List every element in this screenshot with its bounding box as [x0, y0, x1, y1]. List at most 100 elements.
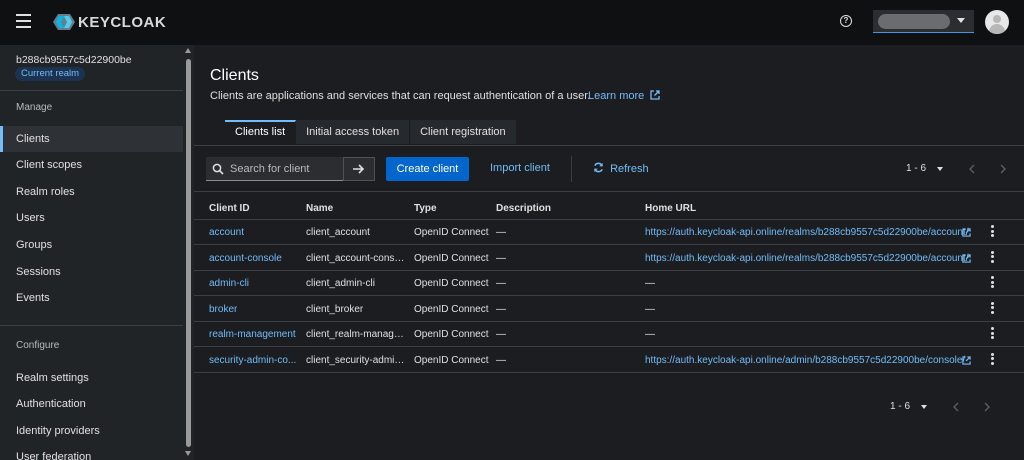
- row-actions-kebab-icon[interactable]: [991, 301, 995, 316]
- client-description: —: [496, 329, 506, 340]
- sidebar-item-groups[interactable]: Groups: [0, 232, 183, 258]
- row-actions-kebab-icon[interactable]: [991, 250, 995, 265]
- scrollbar-thumb[interactable]: [186, 59, 191, 447]
- refresh-button[interactable]: Refresh: [593, 162, 649, 175]
- next-page-icon[interactable]: [999, 164, 1007, 174]
- home-url-link[interactable]: https://auth.keycloak-api.online/admin/b…: [645, 355, 965, 366]
- client-description: —: [496, 252, 506, 264]
- table-row: account client_account OpenID Connect — http…: [194, 220, 1024, 245]
- client-id-link[interactable]: admin-cli: [209, 278, 249, 289]
- row-actions-kebab-icon[interactable]: [991, 276, 995, 290]
- sidebar-scrollbar[interactable]: [184, 45, 194, 460]
- home-url: —: [645, 329, 655, 340]
- column-header-home-url: Home URL: [645, 203, 697, 214]
- client-type: OpenID Connect: [414, 329, 489, 340]
- caret-down-icon: [957, 18, 965, 23]
- brand-name: KEYCLOAK: [78, 13, 167, 31]
- external-link-icon[interactable]: [962, 253, 971, 263]
- import-client-button[interactable]: Import client: [490, 162, 550, 174]
- sidebar-item-users[interactable]: Users: [0, 205, 183, 231]
- sidebar-item-authentication[interactable]: Authentication: [0, 391, 183, 417]
- scroll-down-arrow-icon[interactable]: [185, 451, 191, 456]
- sidebar-item-events[interactable]: Events: [0, 285, 183, 311]
- keycloak-logo[interactable]: KEYCLOAK: [52, 13, 166, 31]
- previous-page-icon[interactable]: [968, 164, 976, 174]
- column-header-client-id[interactable]: Client ID: [209, 203, 250, 214]
- realm-name[interactable]: b288cb9557c5d22900be: [16, 54, 132, 66]
- sidebar: b288cb9557c5d22900be Current realm Manag…: [0, 45, 194, 460]
- sidebar-item-sessions[interactable]: Sessions: [0, 259, 183, 285]
- tab-clients-list[interactable]: Clients list: [225, 120, 297, 144]
- sidebar-item-user-federation[interactable]: User federation: [0, 444, 183, 460]
- client-description: —: [496, 303, 506, 315]
- client-name: client_realm-manage...: [306, 329, 406, 340]
- client-type: OpenID Connect: [414, 354, 489, 366]
- sidebar-item-clients[interactable]: Clients: [0, 126, 183, 152]
- column-header-type: Type: [414, 203, 437, 214]
- learn-more-link[interactable]: Learn more: [588, 90, 660, 102]
- home-url-link[interactable]: https://auth.keycloak-api.online/realms/…: [645, 253, 969, 264]
- client-id-link[interactable]: account-console: [209, 253, 282, 264]
- tab-initial-access-token[interactable]: Initial access token: [296, 120, 411, 144]
- client-type: OpenID Connect: [414, 227, 489, 238]
- page-title: Clients: [210, 67, 259, 84]
- table-row: admin-cli client_admin-cli OpenID Connect —…: [194, 271, 1024, 296]
- client-name: client_admin-cli: [306, 278, 375, 289]
- table-row: security-admin-co... client_security-admi…: [194, 348, 1024, 373]
- client-description: —: [496, 354, 506, 366]
- learn-more-label: Learn more: [588, 90, 645, 102]
- external-link-icon[interactable]: [962, 228, 971, 237]
- row-actions-kebab-icon[interactable]: [991, 352, 995, 367]
- home-url-link[interactable]: https://auth.keycloak-api.online/realms/…: [645, 227, 969, 238]
- row-actions-kebab-icon[interactable]: [991, 225, 995, 239]
- search-submit-button[interactable]: [343, 157, 375, 181]
- pagination-range[interactable]: 1 - 6: [906, 163, 926, 174]
- divider: [0, 90, 183, 91]
- sidebar-item-client-scopes[interactable]: Client scopes: [0, 152, 183, 178]
- user-dropdown[interactable]: [873, 10, 974, 33]
- search-box: [206, 157, 352, 181]
- divider: [194, 145, 1024, 146]
- arrow-right-icon: [353, 164, 365, 174]
- client-name: client_account-conso...: [306, 252, 406, 264]
- client-description: —: [496, 227, 506, 238]
- home-url: —: [645, 303, 655, 315]
- main-content: Clients Clients are applications and ser…: [194, 45, 1024, 460]
- hamburger-menu-icon[interactable]: [16, 14, 31, 28]
- help-icon[interactable]: ?: [840, 15, 852, 27]
- page-description: Clients are applications and services th…: [210, 90, 591, 102]
- client-name: client_security-admin...: [306, 354, 406, 366]
- divider: [571, 156, 572, 182]
- search-icon: [212, 163, 224, 175]
- search-input[interactable]: [230, 162, 348, 175]
- client-name: client_broker: [306, 303, 364, 315]
- scroll-up-arrow-icon[interactable]: [185, 48, 191, 53]
- create-client-button[interactable]: Create client: [386, 157, 469, 181]
- previous-page-icon[interactable]: [952, 402, 960, 412]
- table-row: account-console client_account-conso... Op…: [194, 246, 1024, 271]
- client-name: client_account: [306, 227, 370, 238]
- client-id-link[interactable]: broker: [209, 304, 237, 315]
- pagination-range-bottom[interactable]: 1 - 6: [890, 401, 910, 412]
- next-page-icon[interactable]: [983, 402, 991, 412]
- caret-down-icon[interactable]: [937, 167, 943, 171]
- client-id-link[interactable]: realm-management: [209, 329, 296, 340]
- client-description: —: [496, 278, 506, 289]
- refresh-label: Refresh: [610, 163, 649, 175]
- client-id-link[interactable]: security-admin-co...: [209, 355, 296, 366]
- sidebar-item-realm-roles[interactable]: Realm roles: [0, 179, 183, 205]
- sidebar-item-identity-providers[interactable]: Identity providers: [0, 418, 183, 444]
- current-realm-badge: Current realm: [15, 67, 86, 81]
- row-actions-kebab-icon[interactable]: [991, 327, 995, 341]
- tab-client-registration[interactable]: Client registration: [410, 120, 517, 144]
- avatar[interactable]: [985, 10, 1009, 34]
- caret-down-icon[interactable]: [921, 405, 927, 409]
- keycloak-logo-icon: [53, 14, 75, 30]
- column-header-description: Description: [496, 203, 552, 214]
- home-url: —: [645, 278, 655, 289]
- sidebar-item-realm-settings[interactable]: Realm settings: [0, 365, 183, 391]
- client-type: OpenID Connect: [414, 252, 489, 264]
- client-id-link[interactable]: account: [209, 227, 244, 238]
- external-link-icon[interactable]: [962, 355, 971, 365]
- column-header-name: Name: [306, 203, 334, 214]
